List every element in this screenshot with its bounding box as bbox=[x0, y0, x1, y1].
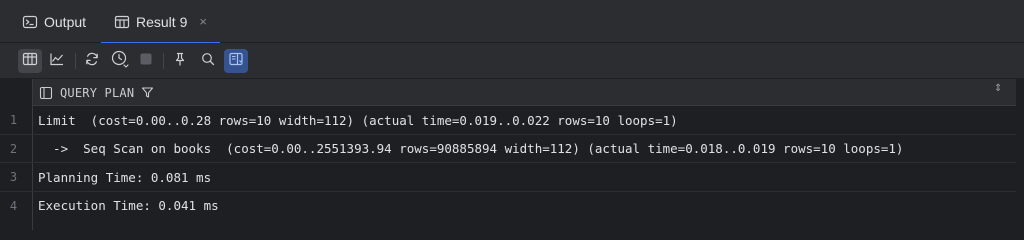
close-icon[interactable]: × bbox=[199, 14, 207, 30]
vertical-scrollbar[interactable] bbox=[1016, 79, 1024, 230]
result-grid: QUERY PLAN ⇕ 1 Limit (cost=0.00..0.28 ro… bbox=[0, 79, 1024, 230]
column-header-label: QUERY PLAN bbox=[60, 85, 135, 100]
query-plan-cell[interactable]: -> Seq Scan on books (cost=0.00..2551393… bbox=[38, 135, 903, 163]
chart-view-button[interactable] bbox=[45, 49, 69, 73]
tab-result-9-label: Result 9 bbox=[136, 13, 188, 30]
refresh-button[interactable] bbox=[80, 49, 104, 73]
table-icon bbox=[114, 14, 130, 30]
tab-output-label: Output bbox=[44, 13, 87, 30]
table-view-icon bbox=[22, 51, 38, 72]
row-number: 4 bbox=[9, 198, 18, 213]
tab-output[interactable]: Output bbox=[22, 0, 86, 43]
column-title: QUERY PLAN bbox=[39, 79, 154, 106]
toolbar-separator bbox=[163, 53, 164, 69]
table-view-button[interactable] bbox=[18, 49, 42, 73]
refresh-icon bbox=[84, 51, 100, 72]
tab-bar: Output Result 9 × bbox=[0, 0, 1024, 44]
value-editor-button[interactable] bbox=[224, 49, 248, 73]
column-icon bbox=[39, 86, 53, 100]
tab-result-9[interactable]: Result 9 × bbox=[101, 0, 220, 44]
sort-icon[interactable]: ⇕ bbox=[994, 84, 1002, 94]
table-row[interactable]: 1 Limit (cost=0.00..0.28 rows=10 width=1… bbox=[0, 106, 1016, 135]
row-number: 2 bbox=[9, 141, 18, 156]
filter-icon[interactable] bbox=[141, 86, 154, 99]
stop-icon bbox=[138, 51, 154, 72]
search-button[interactable] bbox=[196, 49, 220, 73]
stop-button[interactable] bbox=[134, 49, 158, 73]
auto-refresh-button[interactable] bbox=[108, 49, 132, 73]
table-row[interactable]: 4 Execution Time: 0.041 ms bbox=[0, 192, 1016, 221]
row-number: 3 bbox=[9, 170, 18, 184]
toolbar-separator bbox=[75, 53, 76, 69]
search-icon bbox=[200, 51, 216, 72]
table-row[interactable]: 2 -> Seq Scan on books (cost=0.00..25513… bbox=[0, 135, 1016, 163]
column-header-query-plan[interactable]: QUERY PLAN ⇕ bbox=[33, 79, 1016, 106]
history-clock-icon bbox=[110, 49, 130, 74]
query-plan-cell[interactable]: Planning Time: 0.081 ms bbox=[38, 163, 211, 191]
row-number: 1 bbox=[9, 113, 18, 127]
query-plan-cell[interactable]: Execution Time: 0.041 ms bbox=[38, 192, 219, 220]
value-editor-icon bbox=[228, 51, 244, 72]
result-panel: Output Result 9 × QUERY PLAN ⇕ 1 Limit (… bbox=[0, 0, 1024, 230]
table-row[interactable]: 3 Planning Time: 0.081 ms bbox=[0, 163, 1016, 192]
terminal-icon bbox=[22, 14, 38, 30]
result-rows: 1 Limit (cost=0.00..0.28 rows=10 width=1… bbox=[0, 106, 1016, 220]
query-plan-cell[interactable]: Limit (cost=0.00..0.28 rows=10 width=112… bbox=[38, 106, 678, 134]
chart-view-icon bbox=[49, 51, 65, 72]
pin-icon bbox=[172, 51, 188, 72]
result-toolbar bbox=[0, 43, 1024, 79]
pin-button[interactable] bbox=[168, 49, 192, 73]
